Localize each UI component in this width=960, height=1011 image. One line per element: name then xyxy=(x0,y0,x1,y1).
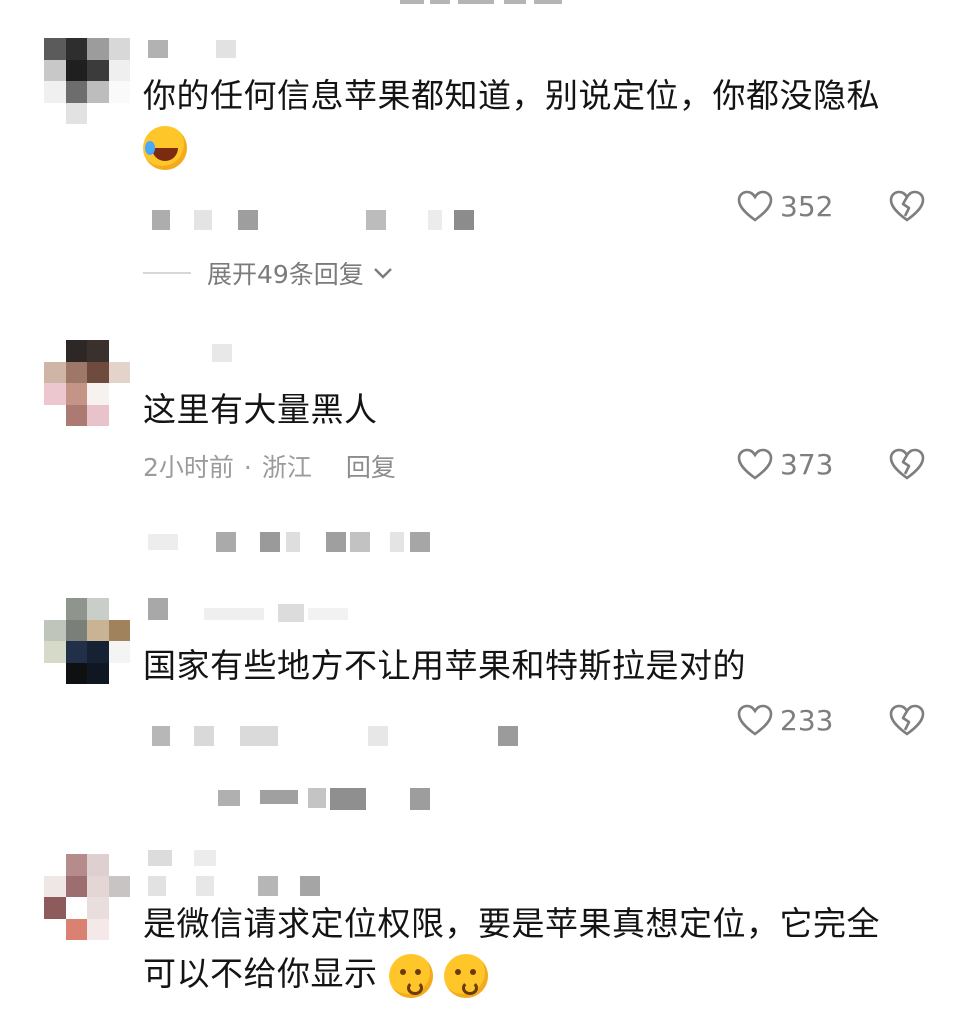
comment-text-line-1: 是微信请求定位权限，要是苹果真想定位，它完全 xyxy=(143,904,880,943)
avatar[interactable] xyxy=(44,598,130,684)
like-button[interactable]: 352 xyxy=(736,186,833,226)
heart-outline-icon xyxy=(737,190,773,222)
comment-2: 这里有大量黑人 2小时前 · 浙江 回复 373 xyxy=(0,320,960,590)
avatar[interactable] xyxy=(44,340,130,426)
username[interactable] xyxy=(148,850,348,896)
comment-text: 你的任何信息苹果都知道，别说定位，你都没隐私 xyxy=(143,76,880,115)
broken-heart-icon[interactable] xyxy=(888,446,926,482)
meta-row xyxy=(148,726,528,750)
emoji-row xyxy=(143,126,187,170)
avatar[interactable] xyxy=(44,38,130,124)
blushing-kiss-emoji-icon xyxy=(443,953,488,998)
broken-heart-icon[interactable] xyxy=(888,702,926,738)
laughing-tears-emoji-icon xyxy=(143,126,187,170)
blurred-sub-row xyxy=(148,532,448,556)
like-count: 373 xyxy=(780,447,834,481)
comment-1: 你的任何信息苹果都知道，别说定位，你都没隐私 352 展开49条回复 xyxy=(0,0,960,320)
comment-3: 国家有些地方不让用苹果和特斯拉是对的 233 xyxy=(0,590,960,850)
expand-label: 展开49条回复 xyxy=(207,260,364,289)
meta-row xyxy=(148,210,488,234)
comment-text-line-2: 可以不给你显示 xyxy=(143,948,488,1000)
blushing-kiss-emoji-icon xyxy=(388,953,433,998)
divider xyxy=(143,272,191,274)
username[interactable] xyxy=(148,598,368,622)
username[interactable] xyxy=(148,340,232,364)
broken-heart-icon[interactable] xyxy=(888,188,926,224)
username[interactable] xyxy=(148,40,258,64)
avatar[interactable] xyxy=(44,854,130,940)
heart-outline-icon xyxy=(737,448,773,480)
meta-row: 2小时前 · 浙江 回复 xyxy=(143,448,396,484)
like-count: 352 xyxy=(780,189,834,223)
time-label: 2小时前 xyxy=(143,453,234,482)
location-label: 浙江 xyxy=(261,453,312,482)
comment-text-line-2-content: 可以不给你显示 xyxy=(143,954,378,993)
reply-button[interactable]: 回复 xyxy=(346,453,396,482)
comment-text: 国家有些地方不让用苹果和特斯拉是对的 xyxy=(143,646,746,685)
dot-separator: · xyxy=(243,453,252,482)
expand-replies-button[interactable]: 展开49条回复 xyxy=(143,256,394,290)
chevron-down-icon xyxy=(373,268,392,279)
like-button[interactable]: 233 xyxy=(736,700,833,740)
blurred-sub-row xyxy=(148,788,448,812)
heart-outline-icon xyxy=(737,704,773,736)
like-button[interactable]: 373 xyxy=(736,444,833,484)
like-count: 233 xyxy=(780,703,834,737)
comment-text: 这里有大量黑人 xyxy=(143,390,378,429)
comment-4: 是微信请求定位权限，要是苹果真想定位，它完全 可以不给你显示 xyxy=(0,850,960,1011)
